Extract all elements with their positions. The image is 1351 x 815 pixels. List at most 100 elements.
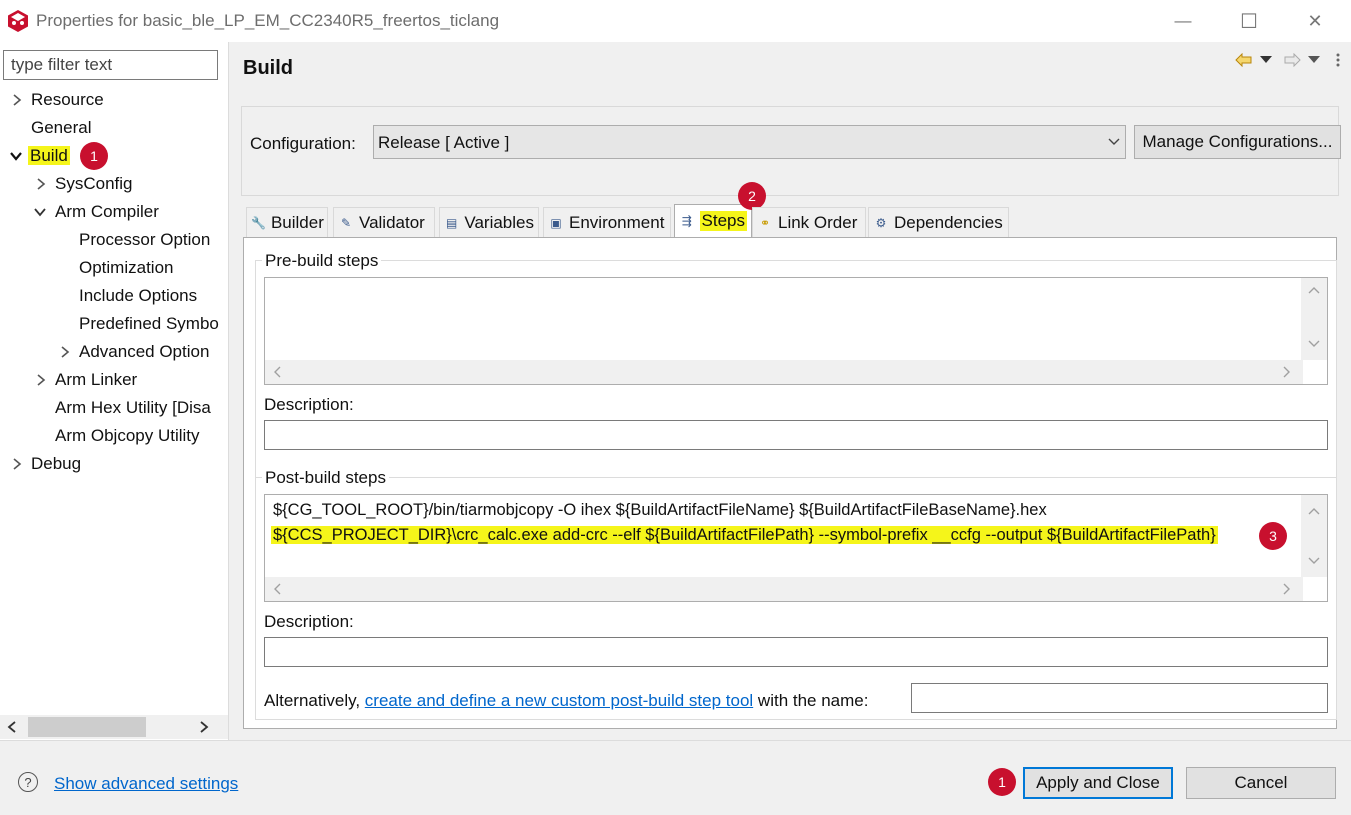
maximize-icon: ☐ <box>1240 10 1258 33</box>
callout-badge: 2 <box>738 182 766 210</box>
pre-build-commands-input[interactable] <box>264 277 1328 385</box>
tree-item-arm-compiler[interactable]: Arm Compiler <box>55 199 159 225</box>
tree-item-general[interactable]: General <box>31 115 91 141</box>
chevron-right-icon[interactable] <box>10 451 24 477</box>
post-build-command-line: ${CG_TOOL_ROOT}/bin/tiarmobjcopy -O ihex… <box>273 501 1047 519</box>
tree-horizontal-scrollbar[interactable] <box>0 715 228 739</box>
filter-input[interactable] <box>3 50 218 80</box>
tab-steps[interactable]: ⇶ Steps <box>674 204 752 237</box>
tree-item-arm-objcopy-utility[interactable]: Arm Objcopy Utility <box>55 423 200 449</box>
chevron-right-icon[interactable] <box>34 367 48 393</box>
callout-badge: 3 <box>1259 522 1287 550</box>
vertical-scrollbar[interactable] <box>1301 278 1327 360</box>
tree-item-debug[interactable]: Debug <box>31 451 81 477</box>
tree-item-sysconfig[interactable]: SysConfig <box>55 171 132 197</box>
tab-environment-label: Environment <box>569 212 665 232</box>
configuration-label: Configuration: <box>250 134 356 153</box>
post-build-commands-input[interactable]: ${CG_TOOL_ROOT}/bin/tiarmobjcopy -O ihex… <box>264 494 1328 602</box>
environment-icon: ▣ <box>550 215 562 230</box>
link-order-icon: ⚭ <box>759 215 771 230</box>
create-custom-tool-link[interactable]: create and define a new custom post-buil… <box>365 691 753 710</box>
apply-and-close-button[interactable]: Apply and Close <box>1023 767 1173 799</box>
callout-badge: 1 <box>988 768 1016 796</box>
callout-badge: 1 <box>80 142 108 170</box>
tab-environment[interactable]: ▣ Environment <box>543 207 671 237</box>
tree-item-build-label: Build <box>28 146 70 165</box>
horizontal-scrollbar[interactable] <box>265 577 1303 601</box>
chevron-down-icon[interactable] <box>33 199 47 225</box>
scroll-right-icon[interactable] <box>1283 583 1291 595</box>
tab-dependencies[interactable]: ⚙ Dependencies <box>868 207 1009 237</box>
help-icon[interactable]: ? <box>18 772 38 792</box>
window-title: Properties for basic_ble_LP_EM_CC2340R5_… <box>36 11 500 30</box>
configuration-select[interactable]: Release [ Active ] <box>373 125 1126 159</box>
chevron-down-icon <box>1108 138 1120 145</box>
tab-link-order[interactable]: ⚭ Link Order <box>752 207 866 237</box>
custom-tool-hint: Alternatively, create and define a new c… <box>264 691 868 711</box>
forward-arrow-icon[interactable] <box>1283 53 1301 67</box>
tree-item-predefined-symbols[interactable]: Predefined Symbo <box>79 311 219 337</box>
tab-variables-label: Variables <box>464 212 534 232</box>
title-bar: Properties for basic_ble_LP_EM_CC2340R5_… <box>0 0 1351 42</box>
scroll-left-icon[interactable] <box>273 583 281 595</box>
tree-item-processor-options[interactable]: Processor Option <box>79 227 229 253</box>
scroll-right-icon[interactable] <box>1283 366 1291 378</box>
highlighted-command: ${CCS_PROJECT_DIR}\crc_calc.exe add-crc … <box>271 526 1218 544</box>
minimize-button[interactable]: — <box>1160 6 1206 36</box>
tree-item-resource[interactable]: Resource <box>31 87 104 113</box>
back-arrow-icon[interactable] <box>1235 53 1253 67</box>
tree-item-optimization[interactable]: Optimization <box>79 255 173 281</box>
tree-item-arm-hex-utility[interactable]: Arm Hex Utility [Disa <box>55 395 229 421</box>
variables-icon: ▤ <box>446 215 458 230</box>
properties-tree-panel: Resource General Build 1 SysConfig Arm C… <box>0 42 229 740</box>
pre-build-description-input[interactable] <box>264 420 1328 450</box>
tab-variables[interactable]: ▤ Variables <box>439 207 539 237</box>
post-build-description-input[interactable] <box>264 637 1328 667</box>
tab-steps-label: Steps <box>699 211 747 231</box>
cancel-button[interactable]: Cancel <box>1186 767 1336 799</box>
app-logo-icon <box>8 10 28 32</box>
tab-builder[interactable]: 🔧 Builder <box>246 207 328 237</box>
scroll-thumb[interactable] <box>28 717 146 737</box>
custom-tool-hint-prefix: Alternatively, <box>264 691 365 710</box>
vertical-scrollbar[interactable] <box>1301 495 1327 577</box>
scroll-right-icon[interactable] <box>198 720 210 734</box>
more-options-icon[interactable] <box>1335 52 1341 68</box>
scroll-up-icon[interactable] <box>1308 507 1320 515</box>
tab-builder-label: Builder <box>270 212 324 232</box>
build-properties-page: Build Configuration: Release [ Active ] … <box>229 42 1351 740</box>
tree-item-advanced-options[interactable]: Advanced Option <box>79 339 229 365</box>
pre-build-description-label: Description: <box>264 395 354 414</box>
builder-icon: 🔧 <box>251 215 266 230</box>
steps-icon: ⇶ <box>681 214 692 228</box>
chevron-down-icon[interactable] <box>9 143 23 169</box>
page-title: Build <box>243 57 293 79</box>
chevron-right-icon[interactable] <box>34 171 48 197</box>
custom-tool-hint-suffix: with the name: <box>753 691 869 710</box>
back-dropdown-icon[interactable] <box>1260 56 1272 64</box>
chevron-right-icon[interactable] <box>10 87 24 113</box>
forward-dropdown-icon[interactable] <box>1308 56 1320 64</box>
tree-item-build[interactable]: Build <box>28 143 70 169</box>
chevron-right-icon[interactable] <box>58 339 72 365</box>
tab-validator[interactable]: ✎ Validator <box>333 207 435 237</box>
scroll-down-icon[interactable] <box>1308 557 1320 565</box>
scroll-down-icon[interactable] <box>1308 340 1320 348</box>
horizontal-scrollbar[interactable] <box>265 360 1303 384</box>
dependencies-icon: ⚙ <box>875 215 887 230</box>
scroll-left-icon[interactable] <box>273 366 281 378</box>
post-build-command-line-highlighted: ${CCS_PROJECT_DIR}\crc_calc.exe add-crc … <box>271 526 1218 545</box>
tree-item-arm-linker[interactable]: Arm Linker <box>55 367 137 393</box>
tree-item-include-options[interactable]: Include Options <box>79 283 197 309</box>
close-button[interactable]: ✕ <box>1292 6 1338 36</box>
show-advanced-settings-link[interactable]: Show advanced settings <box>54 774 238 794</box>
manage-configurations-button[interactable]: Manage Configurations... <box>1134 125 1341 159</box>
scroll-left-icon[interactable] <box>6 720 18 734</box>
scroll-up-icon[interactable] <box>1308 286 1320 294</box>
custom-tool-name-input[interactable] <box>911 683 1328 713</box>
maximize-button[interactable]: ☐ <box>1226 6 1272 36</box>
tab-validator-label: Validator <box>359 212 425 232</box>
configuration-value: Release [ Active ] <box>378 133 510 152</box>
post-build-title: Post-build steps <box>262 468 389 488</box>
validator-icon: ✎ <box>340 215 352 230</box>
